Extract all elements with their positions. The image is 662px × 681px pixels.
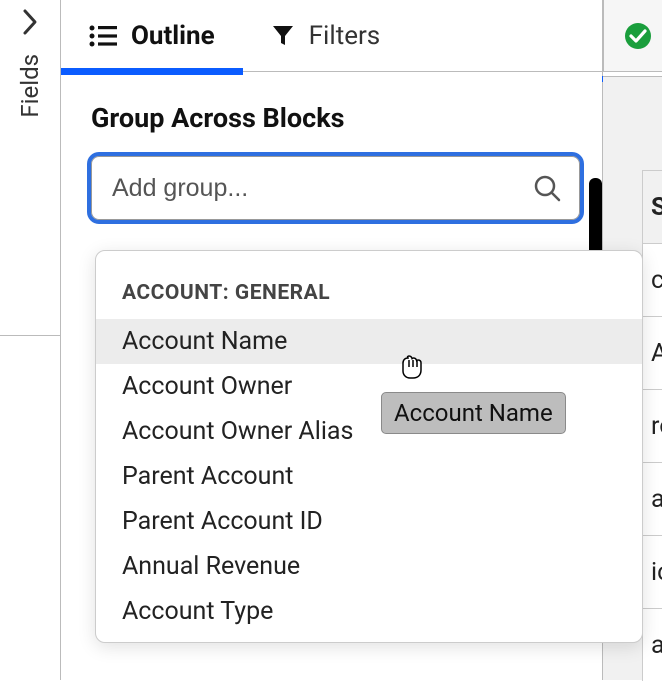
group-search[interactable] <box>91 156 580 220</box>
filter-icon <box>271 24 295 48</box>
dropdown-option-account-owner-alias[interactable]: Account Owner Alias <box>96 409 642 454</box>
fields-rail: Fields <box>0 0 61 680</box>
tab-label: Outline <box>131 21 215 51</box>
list-icon <box>89 25 117 47</box>
tab-outline[interactable]: Outline <box>61 0 243 71</box>
cell-fragment: at <box>642 608 662 681</box>
check-circle-icon <box>624 22 652 50</box>
fields-tab[interactable]: Fields <box>16 54 44 118</box>
dropdown-section-header: ACCOUNT: GENERAL <box>96 281 642 319</box>
column-header-fragment: S <box>642 170 662 243</box>
cell-fragment: al/ <box>642 462 662 535</box>
tab-filters[interactable]: Filters <box>243 0 409 71</box>
dropdown-option-annual-revenue[interactable]: Annual Revenue <box>96 544 642 589</box>
group-search-input[interactable] <box>110 173 533 204</box>
cell-fragment: ro <box>642 389 662 462</box>
tab-preview[interactable]: Prev <box>603 0 662 72</box>
dropdown-option-parent-account-id[interactable]: Parent Account ID <box>96 499 642 544</box>
dropdown-option-parent-account[interactable]: Parent Account <box>96 454 642 499</box>
panel-title: Group Across Blocks <box>91 102 580 134</box>
chevron-right-icon[interactable] <box>21 8 39 36</box>
dropdown-option-account-name[interactable]: Account Name <box>96 319 642 364</box>
cell-fragment: A <box>642 316 662 389</box>
dropdown-option-account-owner[interactable]: Account Owner <box>96 364 642 409</box>
group-dropdown: ACCOUNT: GENERAL Account Name Account Ow… <box>95 250 643 643</box>
divider <box>0 335 61 336</box>
cell-fragment: ic <box>642 535 662 608</box>
search-icon <box>533 174 561 202</box>
group-panel: Group Across Blocks <box>61 72 602 240</box>
right-column-fragments: S ct A ro al/ ic at <box>642 170 662 681</box>
tab-label: Filters <box>309 21 381 51</box>
dropdown-option-account-type[interactable]: Account Type <box>96 589 642 634</box>
cell-fragment: ct <box>642 243 662 316</box>
tabs: Outline Filters <box>61 0 602 72</box>
